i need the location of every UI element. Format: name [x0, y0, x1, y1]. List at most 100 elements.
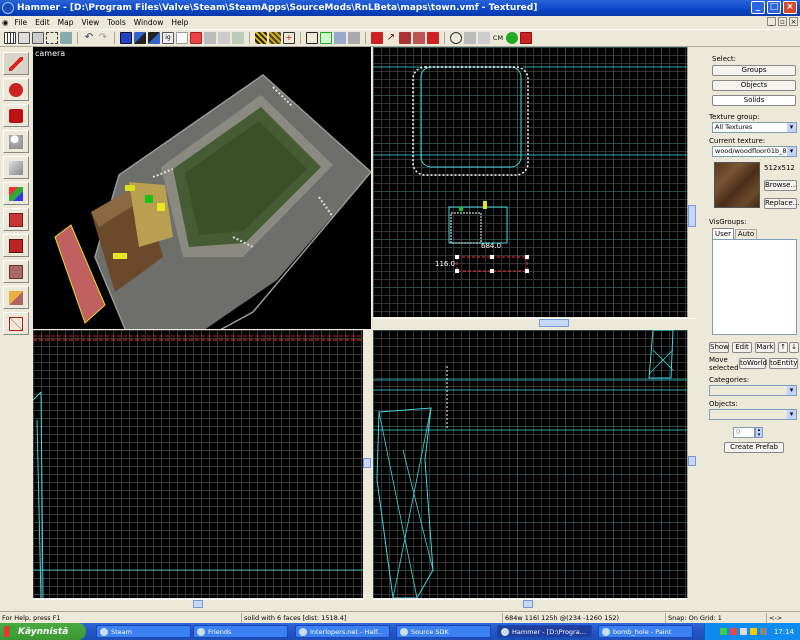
tray-volume-icon[interactable] — [739, 628, 747, 635]
start-button[interactable]: Käynnistä — [0, 623, 86, 640]
apply-texture-tool[interactable] — [3, 208, 29, 231]
child-minimize-button[interactable]: _ — [767, 17, 776, 26]
menu-map[interactable]: Map — [54, 18, 78, 27]
3d-grid-icon[interactable] — [46, 32, 58, 44]
texture-application-tool[interactable] — [3, 182, 29, 205]
minimize-button[interactable]: _ — [751, 1, 765, 14]
texture-group-select[interactable]: All Textures — [712, 122, 797, 133]
selection-tool[interactable] — [3, 52, 29, 75]
visgroups-list[interactable] — [712, 239, 797, 335]
paste-icon[interactable] — [232, 32, 244, 44]
selection-box-icon[interactable] — [306, 32, 318, 44]
menu-window[interactable]: Window — [130, 18, 168, 27]
objects-select[interactable] — [709, 409, 797, 420]
child-close-button[interactable]: × — [789, 17, 798, 26]
browse-button[interactable]: Browse... — [764, 180, 797, 191]
to-entity-button[interactable]: toEntity — [769, 358, 798, 369]
spinner-arrows[interactable]: ▴ ▾ — [755, 427, 763, 438]
move-up-button[interactable]: ↑ — [778, 342, 788, 353]
tab-user[interactable]: User — [712, 228, 734, 239]
top-view-hscroll[interactable] — [373, 318, 696, 327]
entity-tool[interactable] — [3, 130, 29, 153]
menu-view[interactable]: View — [77, 18, 103, 27]
align-icon[interactable] — [320, 32, 332, 44]
objects-button[interactable]: Objects — [712, 80, 796, 91]
tray-alert-icon[interactable] — [749, 628, 757, 635]
ungroup-icon[interactable] — [148, 32, 160, 44]
path-icon[interactable] — [399, 32, 411, 44]
scroll-thumb[interactable] — [523, 600, 533, 608]
replace-button[interactable]: Replace... — [764, 198, 799, 209]
apply-texture-icon[interactable]: + — [283, 32, 295, 44]
solids-button[interactable]: Solids — [712, 95, 796, 106]
undo-icon[interactable]: ↶ — [83, 32, 95, 44]
grid-smaller-icon[interactable] — [18, 32, 30, 44]
overlay-icon[interactable] — [413, 32, 425, 44]
menu-file[interactable]: File — [11, 18, 32, 27]
tray-antivirus-icon[interactable] — [729, 628, 737, 635]
tray-steam-icon[interactable] — [759, 628, 767, 635]
crosshair-icon[interactable] — [450, 32, 462, 44]
entity-report-icon[interactable] — [371, 32, 383, 44]
front-view-vscroll[interactable] — [363, 330, 372, 598]
menu-tools[interactable]: Tools — [103, 18, 129, 27]
copy-icon[interactable] — [218, 32, 230, 44]
tab-auto[interactable]: Auto — [735, 229, 757, 239]
flip-icon[interactable] — [334, 32, 346, 44]
task-source-sdk[interactable]: Source SDK — [396, 625, 491, 638]
mark-button[interactable]: Mark — [755, 342, 775, 353]
carve-icon[interactable] — [120, 32, 132, 44]
create-prefab-button[interactable]: Create Prefab — [724, 442, 784, 453]
front-2d-viewport[interactable] — [33, 330, 364, 598]
menu-help[interactable]: Help — [167, 18, 192, 27]
tray-network-icon[interactable] — [719, 628, 727, 635]
menu-edit[interactable]: Edit — [31, 18, 54, 27]
task-steam[interactable]: Steam — [96, 625, 191, 638]
cordon-button[interactable]: CM — [492, 32, 504, 44]
task-interlopers[interactable]: Interlopers.net - Half... — [295, 625, 390, 638]
scroll-thumb[interactable] — [688, 456, 696, 466]
block-tool[interactable] — [3, 156, 29, 179]
snap-icon[interactable] — [60, 32, 72, 44]
spinner-input[interactable]: 0 — [733, 427, 755, 438]
move-down-button[interactable]: ↓ — [789, 342, 799, 353]
side-view-vscroll[interactable] — [687, 330, 696, 598]
camera-viewport[interactable]: camera — [33, 47, 371, 329]
hide-unselected-icon[interactable] — [190, 32, 202, 44]
clipping-tool[interactable] — [3, 286, 29, 309]
overlay-tool[interactable] — [3, 260, 29, 283]
draw-icon[interactable] — [520, 32, 532, 44]
magnify-tool[interactable] — [3, 78, 29, 101]
texture-scale-lock-icon[interactable] — [269, 32, 281, 44]
task-hammer[interactable]: Hammer - [D:\Progra... — [497, 625, 592, 638]
group-icon[interactable] — [134, 32, 146, 44]
top-2d-viewport[interactable]: 684.0 116.0 — [373, 47, 696, 317]
close-button[interactable]: × — [783, 1, 797, 14]
edit-button[interactable]: Edit — [732, 342, 752, 353]
show-button[interactable]: Show — [709, 342, 729, 353]
task-friends[interactable]: Friends — [193, 625, 288, 638]
check-problems-icon[interactable] — [478, 32, 490, 44]
document-icon[interactable]: ◉ — [0, 18, 11, 27]
scroll-thumb[interactable] — [363, 458, 371, 468]
current-texture-select[interactable]: wood/woodfloor01b_8x — [712, 146, 797, 157]
redo-icon[interactable]: ↷ — [97, 32, 109, 44]
cut-icon[interactable] — [204, 32, 216, 44]
grid-larger-icon[interactable] — [32, 32, 44, 44]
top-view-vscroll[interactable] — [687, 47, 696, 317]
scroll-thumb[interactable] — [539, 319, 569, 327]
groups-button[interactable]: Groups — [712, 65, 796, 76]
compile-icon[interactable] — [464, 32, 476, 44]
task-paint[interactable]: bomb_hole - Paint — [598, 625, 693, 638]
grid-toggle-icon[interactable] — [4, 32, 16, 44]
front-view-hscroll[interactable] — [33, 599, 364, 608]
ignore-groups-icon[interactable]: ig — [162, 32, 174, 44]
categories-select[interactable] — [709, 385, 797, 396]
vertex-icon[interactable]: ↗ — [385, 32, 397, 44]
camera-tool[interactable] — [3, 104, 29, 127]
texture-lock-icon[interactable] — [255, 32, 267, 44]
decal-tool[interactable] — [3, 234, 29, 257]
vertex-tool[interactable] — [3, 312, 29, 335]
clip-icon[interactable] — [348, 32, 360, 44]
run-map-icon[interactable] — [506, 32, 518, 44]
